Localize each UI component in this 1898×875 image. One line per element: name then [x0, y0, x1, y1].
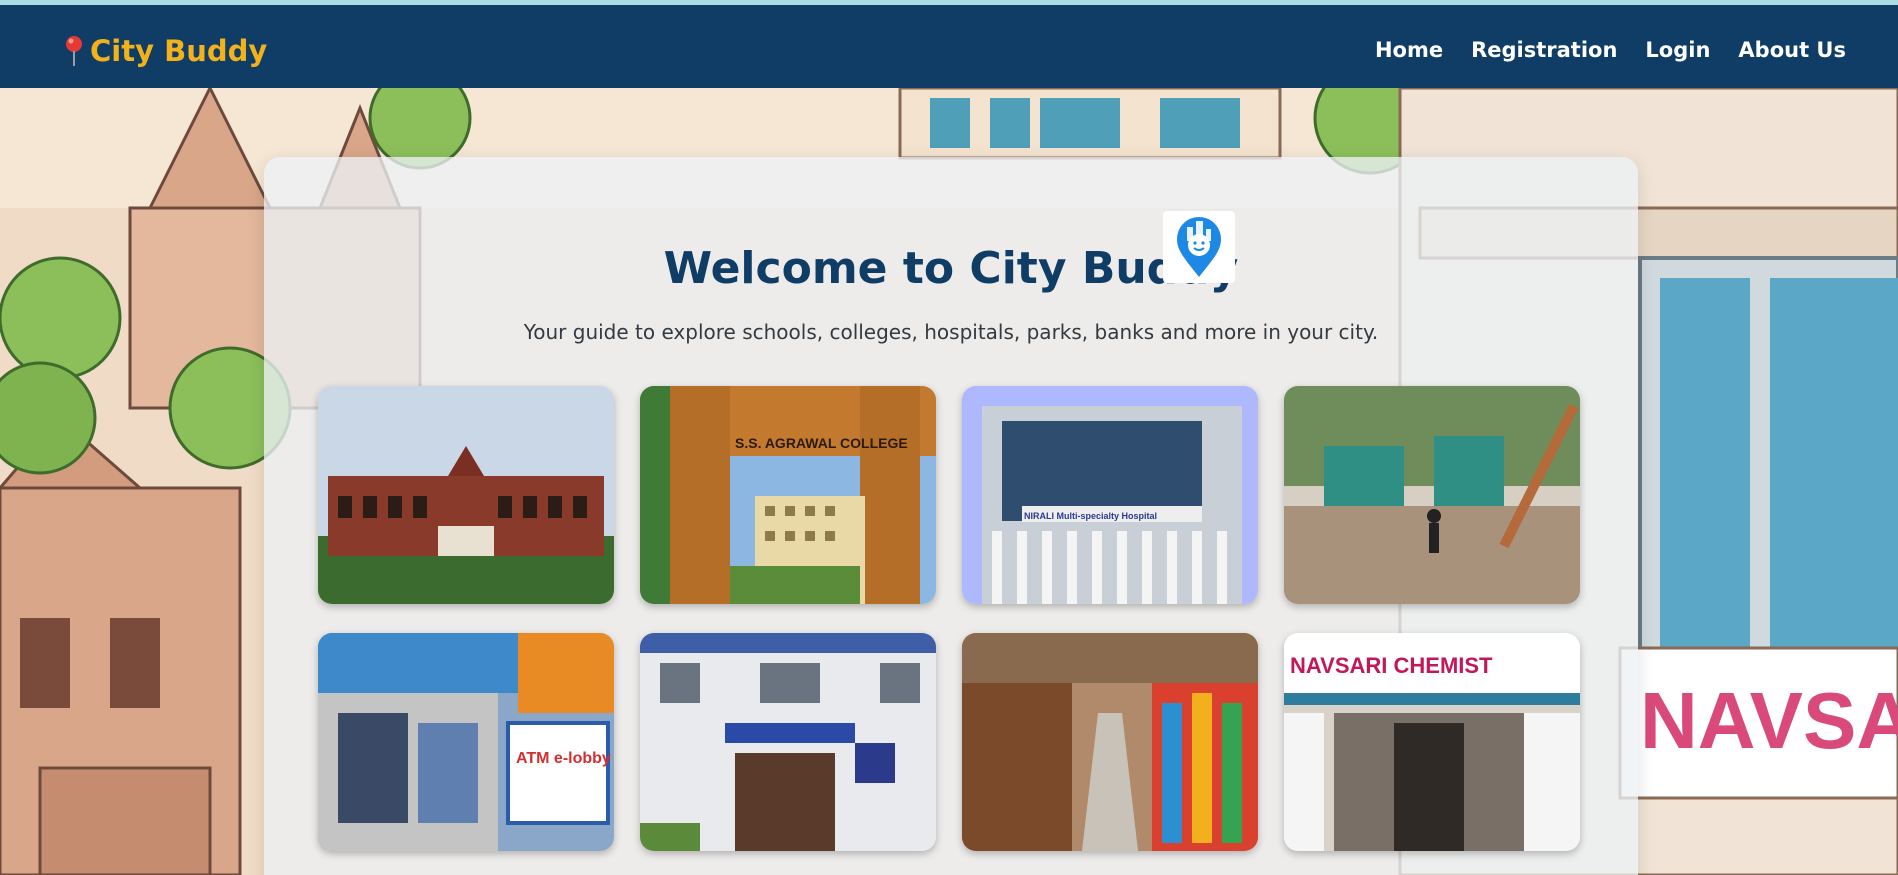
map-pin-icon [62, 34, 86, 68]
nav-link-about-us[interactable]: About Us [1738, 38, 1846, 62]
atm-sign-text: ATM e-lobby 24 X 7 [516, 750, 614, 767]
top-navbar: City Buddy Home Registration Login About… [0, 5, 1898, 88]
nav-links: Home Registration Login About Us [1375, 38, 1846, 62]
page-title: Welcome to City Buddy [663, 243, 1239, 294]
nav-link-login[interactable]: Login [1645, 38, 1710, 62]
bank-atm-photo-tile[interactable]: ATM e-lobby 24 X 7 [318, 633, 614, 851]
page-subtitle: Your guide to explore schools, colleges,… [523, 320, 1379, 344]
chemist-photo-tile[interactable]: NAVSARI CHEMIST [1284, 633, 1580, 851]
college-sign-text: S.S. AGRAWAL COLLEGE [735, 435, 908, 451]
hospital-sign-text: NIRALI Multi-specialty Hospital [1024, 511, 1157, 521]
park-photo-tile[interactable] [1284, 386, 1580, 604]
welcome-panel: Welcome to City Buddy Your guide to expl… [264, 157, 1638, 875]
brand-name: City Buddy [90, 34, 268, 68]
police-station-photo-tile[interactable] [640, 633, 936, 851]
brand-logo[interactable]: City Buddy [62, 31, 267, 71]
nav-link-registration[interactable]: Registration [1471, 38, 1617, 62]
school-photo-tile[interactable] [318, 386, 614, 604]
chemist-sign-text: NAVSARI CHEMIST [1290, 653, 1493, 678]
college-photo-tile[interactable]: S.S. AGRAWAL COLLEGE [640, 386, 936, 604]
hospital-photo-tile[interactable]: NIRALI Multi-specialty Hospital [962, 386, 1258, 604]
market-photo-tile[interactable] [962, 633, 1258, 851]
backdrop-store-sign: NAVSA [1640, 676, 1898, 765]
nav-link-home[interactable]: Home [1375, 38, 1443, 62]
city-buddy-logo-icon [1163, 211, 1235, 283]
